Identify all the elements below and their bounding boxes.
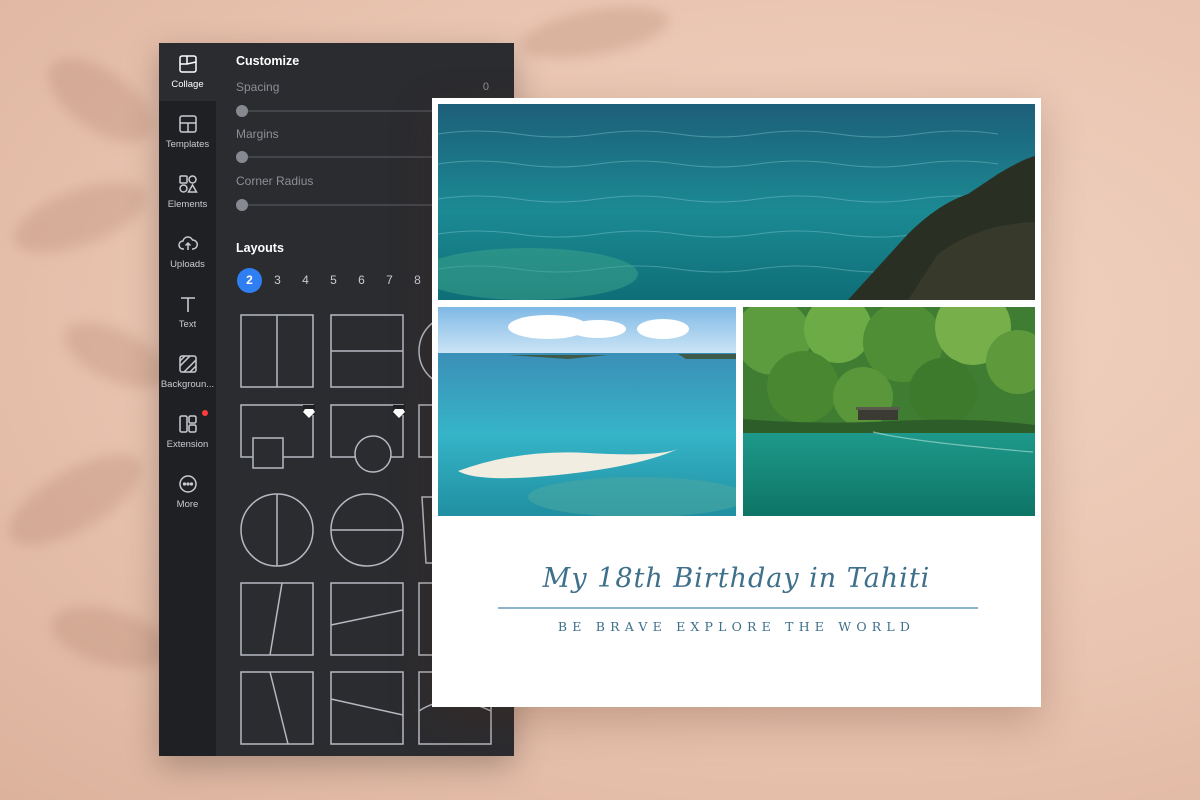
sidebar-item-label: Text: [178, 319, 197, 330]
title-divider: [498, 607, 978, 609]
margins-label: Margins: [236, 127, 279, 141]
templates-icon: [178, 115, 197, 133]
layouts-heading: Layouts: [236, 241, 284, 255]
collage-subtitle[interactable]: BE BRAVE EXPLORE THE WORLD: [432, 619, 1041, 634]
notification-dot: [202, 410, 208, 416]
layout-count-6[interactable]: 6: [349, 268, 374, 293]
layout-circle-vertical[interactable]: [240, 493, 314, 567]
layout-two-rows[interactable]: [330, 314, 404, 388]
layout-count-5[interactable]: 5: [321, 268, 346, 293]
elements-icon: [178, 175, 198, 193]
sidebar-item-label: Uploads: [170, 259, 205, 270]
layout-count-8[interactable]: 8: [405, 268, 430, 293]
sidebar-item-uploads[interactable]: Uploads: [159, 223, 216, 281]
photo-jungle-river[interactable]: [743, 307, 1035, 516]
layout-diagonal-rows[interactable]: [330, 582, 404, 656]
text-icon: [180, 297, 195, 312]
more-icon: [178, 475, 197, 493]
premium-diamond-icon: [303, 405, 315, 418]
sidebar-item-elements[interactable]: Elements: [159, 163, 216, 221]
layout-count-7[interactable]: 7: [377, 268, 402, 293]
sidebar-item-label: Collage: [171, 79, 204, 90]
sidebar-item-collage[interactable]: Collage: [159, 43, 216, 101]
corner-radius-slider-handle[interactable]: [236, 199, 248, 211]
background-icon: [178, 355, 197, 373]
upload-cloud-icon: [177, 236, 198, 250]
sidebar-item-background[interactable]: Backgroun...: [159, 343, 216, 401]
collage-title[interactable]: My 18th Birthday in Tahiti: [432, 563, 1041, 594]
photo-ocean-rocks[interactable]: [438, 104, 1035, 300]
sidebar-item-label: Backgroun...: [160, 379, 215, 390]
sidebar-item-more[interactable]: More: [159, 463, 216, 521]
extension-icon: [178, 415, 197, 433]
margins-slider-handle[interactable]: [236, 151, 248, 163]
layout-slanted-columns[interactable]: [240, 671, 314, 745]
sidebar-item-text[interactable]: Text: [159, 283, 216, 341]
collage-canvas[interactable]: My 18th Birthday in Tahiti BE BRAVE EXPL…: [432, 98, 1041, 707]
sidebar-item-extension[interactable]: Extension: [159, 403, 216, 461]
corner-radius-label: Corner Radius: [236, 174, 314, 188]
sidebar-rail: Collage Templates Elements Uploads Text …: [159, 43, 216, 756]
layout-count-4[interactable]: 4: [293, 268, 318, 293]
collage-icon: [178, 55, 197, 73]
layout-slanted-rows[interactable]: [330, 671, 404, 745]
layout-diagonal-columns[interactable]: [240, 582, 314, 656]
layout-count-3[interactable]: 3: [265, 268, 290, 293]
spacing-value: 0: [482, 81, 489, 93]
layout-circle-horizontal[interactable]: [330, 493, 404, 567]
customize-heading: Customize: [236, 54, 300, 68]
layout-count-2[interactable]: 2: [237, 268, 262, 293]
premium-diamond-icon: [393, 405, 405, 418]
spacing-slider-handle[interactable]: [236, 105, 248, 117]
sidebar-item-templates[interactable]: Templates: [159, 103, 216, 161]
spacing-label: Spacing: [236, 80, 280, 94]
layout-two-columns[interactable]: [240, 314, 314, 388]
photo-lagoon-sandbar[interactable]: [438, 307, 736, 516]
sidebar-item-label: More: [176, 499, 199, 510]
sidebar-item-label: Extension: [166, 439, 209, 450]
sidebar-item-label: Templates: [165, 139, 210, 150]
sidebar-item-label: Elements: [167, 199, 208, 210]
